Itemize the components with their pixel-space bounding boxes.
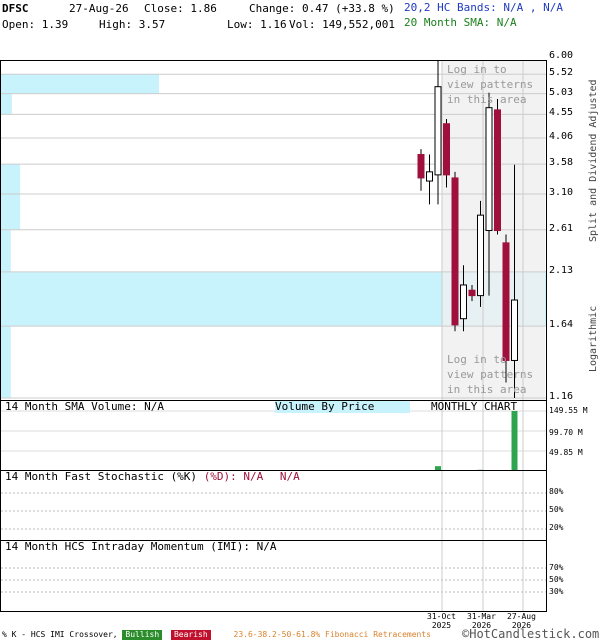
price-tick: 2.61 xyxy=(549,223,573,234)
x-axis-month: 27-Aug xyxy=(507,612,536,621)
price-tick: 3.10 xyxy=(549,187,573,198)
login-line: in this area xyxy=(447,92,533,107)
candle-up xyxy=(427,172,433,181)
login-line: Log in to xyxy=(447,352,533,367)
low-value: Low: 1.16 xyxy=(227,18,287,31)
price-tick: 4.06 xyxy=(549,131,573,142)
candle-up xyxy=(486,108,492,231)
price-tick: 5.03 xyxy=(549,87,573,98)
login-line: view patterns xyxy=(447,77,533,92)
imi-label: 14 Month HCS Intraday Momentum (IMI): N/… xyxy=(5,541,277,553)
candle-down xyxy=(452,178,458,325)
volume-panel: 14 Month SMA Volume: N/A Volume By Price… xyxy=(0,400,547,472)
price-tick: 4.55 xyxy=(549,107,573,118)
stoch-tick: 50% xyxy=(549,505,563,514)
x-axis-year: 2025 xyxy=(427,621,456,630)
candle-down xyxy=(444,124,450,175)
imi-tick: 30% xyxy=(549,587,563,596)
volume-by-price-label: Volume By Price xyxy=(275,401,410,413)
pattern-login-top[interactable]: Log in to view patterns in this area xyxy=(447,62,533,107)
volume-by-price-bar xyxy=(1,94,12,115)
legend-footer: % K - HCS IMI Crossover, Bullish Bearish… xyxy=(2,630,431,640)
x-axis-month: 31-Mar xyxy=(467,612,496,621)
price-tick: 1.16 xyxy=(549,391,573,402)
volume-bar xyxy=(512,411,518,471)
login-line: Log in to xyxy=(447,62,533,77)
fibonacci-label: 23.6-38.2-50-61.8% Fibonacci Retracement… xyxy=(234,630,431,639)
change-value: Change: 0.47 (+33.8 %) xyxy=(249,2,395,15)
symbol: DFSC xyxy=(2,2,29,15)
imi-tick: 50% xyxy=(549,575,563,584)
price-tick: 5.52 xyxy=(549,67,573,78)
candle-down xyxy=(469,290,475,295)
volume-tick: 99.70 M xyxy=(549,428,583,437)
stoch-tick: 20% xyxy=(549,523,563,532)
stoch-tick: 80% xyxy=(549,487,563,496)
date: 27-Aug-26 xyxy=(69,2,129,15)
hc-bands-label: 20,2 HC Bands: N/A , N/A xyxy=(404,1,563,14)
price-panel: Log in to view patterns in this area Log… xyxy=(0,60,547,402)
volume-by-price-bar xyxy=(1,326,11,398)
price-tick: 2.13 xyxy=(549,265,573,276)
stochastic-d-label: (%D): N/A xyxy=(204,470,264,483)
pattern-login-bottom[interactable]: Log in to view patterns in this area xyxy=(447,352,533,397)
price-tick: 3.58 xyxy=(549,157,573,168)
x-axis-label: 31-Oct 2025 xyxy=(427,612,456,630)
open-value: Open: 1.39 xyxy=(2,18,68,31)
price-chart xyxy=(1,61,546,401)
brand-logo[interactable]: ©HotCandlestick.com xyxy=(462,627,599,641)
stochastic-na: N/A xyxy=(280,470,300,483)
high-value: High: 3.57 xyxy=(99,18,165,31)
price-tick: 6.00 xyxy=(549,50,573,61)
x-axis-month: 31-Oct xyxy=(427,612,456,621)
stochastic-panel: 14 Month Fast Stochastic (%K) (%D): N/A … xyxy=(0,470,547,542)
stochastic-k-label: 14 Month Fast Stochastic (%K) xyxy=(5,470,197,483)
volume-tick: 49.85 M xyxy=(549,448,583,457)
logarithmic-label: Logarithmic xyxy=(588,306,599,372)
volume-by-price-bar xyxy=(1,74,159,93)
monthly-chart-label: MONTHLY CHART xyxy=(431,401,517,413)
sma20-label: 20 Month SMA: N/A xyxy=(404,16,517,29)
bearish-badge: Bearish xyxy=(171,630,211,640)
crossover-label: % K - HCS IMI Crossover, xyxy=(2,630,118,639)
volume-value: Vol: 149,552,001 xyxy=(289,18,395,31)
price-tick: 1.64 xyxy=(549,319,573,330)
volume-by-price-bar xyxy=(1,230,11,272)
candle-down xyxy=(503,243,509,361)
login-line: view patterns xyxy=(447,367,533,382)
login-line: in this area xyxy=(447,382,533,397)
stochastic-label: 14 Month Fast Stochastic (%K) (%D): N/A … xyxy=(5,471,300,483)
candle-down xyxy=(418,155,424,178)
candle-up xyxy=(435,87,441,175)
candle-up xyxy=(461,285,467,319)
imi-tick: 70% xyxy=(549,563,563,572)
candle-down xyxy=(495,110,501,231)
bullish-badge: Bullish xyxy=(122,630,162,640)
imi-panel: 14 Month HCS Intraday Momentum (IMI): N/… xyxy=(0,540,547,612)
volume-sma-label: 14 Month SMA Volume: N/A xyxy=(5,401,164,413)
volume-by-price-bar xyxy=(1,164,20,194)
volume-tick: 149.55 M xyxy=(549,406,588,415)
close-value: Close: 1.86 xyxy=(144,2,217,15)
volume-by-price-bar xyxy=(1,194,20,230)
candle-up xyxy=(478,215,484,295)
split-adjusted-label: Split and Dividend Adjusted xyxy=(588,79,599,242)
